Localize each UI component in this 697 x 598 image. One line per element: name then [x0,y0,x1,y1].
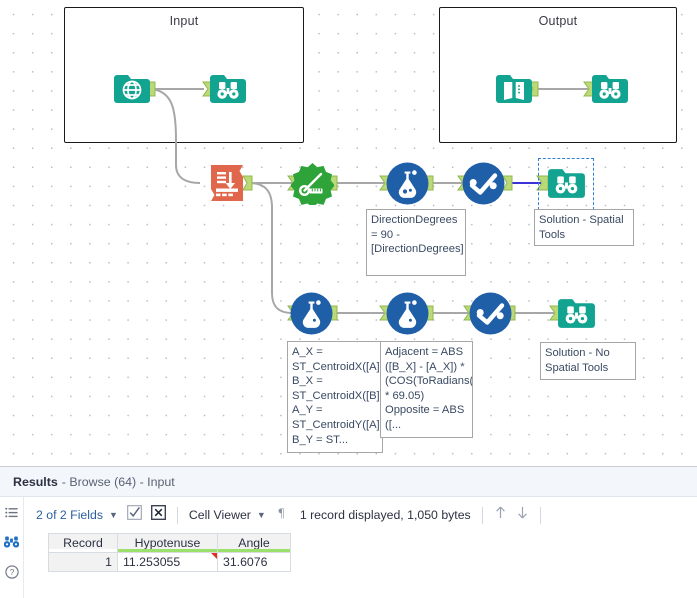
results-pane-header: Results - Browse (64) - Input [0,467,697,497]
cell-hypotenuse[interactable]: 11.253055 [117,552,218,572]
svg-text:?: ? [9,568,14,577]
column-type-bar [49,549,117,552]
annotation-direction-degrees: DirectionDegrees = 90 - [DirectionDegree… [366,209,466,276]
cell-viewer-selector[interactable]: Cell Viewer ▼ [189,508,266,522]
table-header-row: Record Hypotenuse Angle [48,533,291,553]
workflow-canvas[interactable]: Input Output DirectionDegrees = 90 - [Di… [0,0,697,466]
chevron-down-icon: ▼ [109,510,118,520]
fields-selector[interactable]: 2 of 2 Fields ▼ [36,508,118,522]
selection-rectangle [538,158,594,210]
table-row[interactable]: 1 11.253055 31.6076 [48,552,291,572]
text-input-tool[interactable] [494,69,534,109]
cell-flag-icon [211,553,217,559]
browse-tool-nospatial[interactable] [556,293,597,334]
results-side-rail: ? [0,497,24,598]
input-data-tool[interactable] [112,69,152,109]
svg-text:¶: ¶ [278,505,284,520]
distance-tool[interactable] [291,162,334,205]
chevron-down-icon: ▼ [256,510,266,520]
results-pane: Results - Browse (64) - Input ? 2 of 2 F… [0,466,697,598]
toolbar-divider-3 [539,506,541,524]
select-records-tool-top[interactable] [462,162,505,205]
column-label: Angle [238,536,270,550]
annotation-solution-no-spatial: Solution - No Spatial Tools [540,342,636,380]
annotation-solution-spatial: Solution - Spatial Tools [534,209,634,246]
fields-selector-label: 2 of 2 Fields [36,508,103,522]
annotation-formula-b: Adjacent = ABS ([B_X] - [A_X]) * (COS(To… [380,341,473,438]
select-records-tool-bottom[interactable] [469,292,512,335]
record-status-text: 1 record displayed, 1,050 bytes [299,508,471,522]
browse-tool-input[interactable] [208,69,248,109]
checkbox-x-icon[interactable] [150,504,166,525]
binoculars-icon[interactable] [3,536,20,554]
column-label: Record [63,536,103,550]
formula-tool-a[interactable] [290,292,333,335]
results-subtitle: - Browse (64) - Input [61,474,175,489]
list-icon[interactable] [5,507,18,525]
annotation-formula-a: A_X = ST_CentroidX([A]) B_X = ST_Centroi… [287,341,383,453]
results-label: Results [13,474,58,489]
help-icon[interactable]: ? [4,565,19,584]
cell-angle[interactable]: 31.6076 [217,552,291,572]
cell-value: 11.253055 [123,555,181,569]
pilcrow-icon[interactable]: ¶ [275,505,288,525]
arrow-down-icon[interactable] [516,505,529,525]
select-tool[interactable] [205,161,249,205]
cell-record[interactable]: 1 [48,552,118,572]
column-header-hypotenuse[interactable]: Hypotenuse [117,533,218,553]
toolbar-divider-2 [481,506,483,524]
toolbar-divider-1 [176,506,178,524]
column-header-angle[interactable]: Angle [217,533,291,553]
arrow-up-icon[interactable] [494,505,507,525]
results-grid[interactable]: Record Hypotenuse Angle 1 11.253055 31.6… [48,533,291,572]
results-toolbar: 2 of 2 Fields ▼ Cell Viewer ▼ ¶ 1 record… [24,497,697,533]
browse-tool-output[interactable] [590,69,630,109]
alteryx-designer-window: Input Output DirectionDegrees = 90 - [Di… [0,0,697,598]
checkbox-checked-icon[interactable] [127,505,142,525]
formula-tool-top[interactable] [386,162,429,205]
column-header-record[interactable]: Record [48,533,118,553]
column-label: Hypotenuse [134,536,201,550]
formula-tool-b[interactable] [386,292,429,335]
cell-viewer-label: Cell Viewer [188,508,251,522]
